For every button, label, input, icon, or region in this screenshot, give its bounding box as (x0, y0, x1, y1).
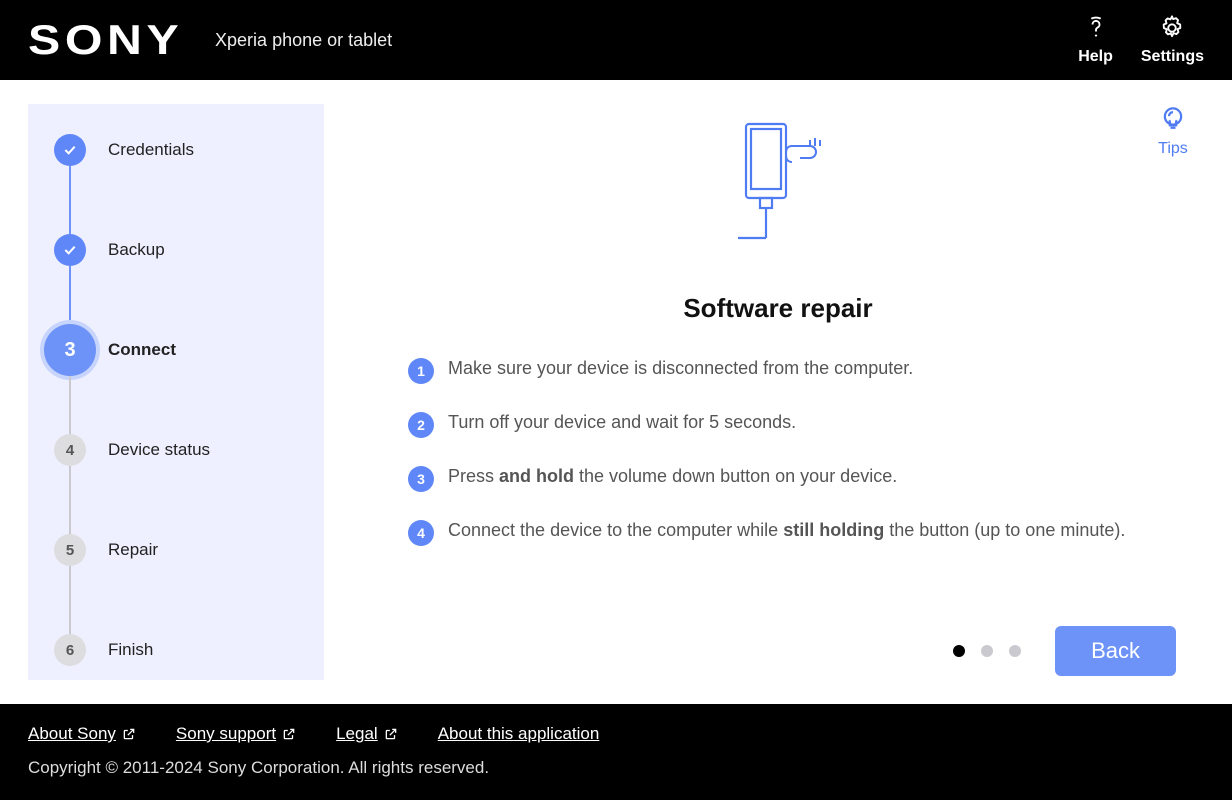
app-footer: About Sony Sony support Legal About this ap… (0, 704, 1232, 800)
step-label: Backup (108, 240, 165, 260)
progress-stepper: CredentialsBackup3Connect4Device status5… (28, 104, 324, 680)
page-dot[interactable] (1009, 645, 1021, 657)
header-subtitle: Xperia phone or tablet (215, 30, 392, 51)
instruction-text: Press and hold the volume down button on… (448, 466, 897, 487)
settings-label: Settings (1141, 48, 1204, 66)
footer-link-legal[interactable]: Legal (336, 724, 398, 744)
page-dot[interactable] (981, 645, 993, 657)
page-dots (953, 645, 1021, 657)
page-title: Software repair (683, 293, 872, 324)
footer-link-about-this-application[interactable]: About this application (438, 724, 600, 744)
instruction-number: 4 (408, 520, 434, 546)
external-link-icon (384, 727, 398, 741)
copyright-text: Copyright © 2011-2024 Sony Corporation. … (28, 758, 1204, 778)
step-finish: 6Finish (108, 640, 304, 660)
step-repair: 5Repair (108, 540, 304, 640)
footer-link-label: Sony support (176, 724, 276, 744)
instruction-item: 1 Make sure your device is disconnected f… (408, 358, 1148, 384)
step-number: 3 (44, 324, 96, 376)
footer-link-label: About this application (438, 724, 600, 744)
footer-link-about-sony[interactable]: About Sony (28, 724, 136, 744)
step-check-icon (54, 234, 86, 266)
step-backup: Backup (108, 240, 304, 340)
external-link-icon (122, 727, 136, 741)
page-dot[interactable] (953, 645, 965, 657)
main-panel: Tips Software repair 1 Make sure your dev… (324, 80, 1232, 704)
instruction-list: 1 Make sure your device is disconnected f… (408, 358, 1148, 574)
step-connect: 3Connect (108, 340, 304, 440)
step-device-status: 4Device status (108, 440, 304, 540)
instruction-item: 3 Press and hold the volume down button o… (408, 466, 1148, 492)
help-icon (1082, 14, 1110, 42)
instruction-number: 1 (408, 358, 434, 384)
gear-icon (1158, 14, 1186, 42)
instruction-number: 2 (408, 412, 434, 438)
step-number: 6 (54, 634, 86, 666)
instruction-text: Make sure your device is disconnected fr… (448, 358, 913, 379)
external-link-icon (282, 727, 296, 741)
app-header: SONY Xperia phone or tablet Help Setting… (0, 0, 1232, 80)
step-credentials: Credentials (108, 140, 304, 240)
step-label: Repair (108, 540, 158, 560)
help-label: Help (1078, 48, 1113, 66)
step-number: 5 (54, 534, 86, 566)
footer-link-label: About Sony (28, 724, 116, 744)
instruction-text: Turn off your device and wait for 5 seco… (448, 412, 796, 433)
footer-link-label: Legal (336, 724, 378, 744)
step-check-icon (54, 134, 86, 166)
help-button[interactable]: Help (1078, 14, 1113, 66)
instruction-item: 2 Turn off your device and wait for 5 sec… (408, 412, 1148, 438)
instruction-item: 4 Connect the device to the computer whil… (408, 520, 1148, 546)
tips-label: Tips (1158, 140, 1188, 158)
tips-button[interactable]: Tips (1158, 104, 1188, 158)
instruction-number: 3 (408, 466, 434, 492)
instruction-text: Connect the device to the computer while… (448, 520, 1125, 541)
device-connect-illustration (718, 118, 838, 263)
step-label: Connect (108, 340, 176, 360)
settings-button[interactable]: Settings (1141, 14, 1204, 66)
footer-link-sony-support[interactable]: Sony support (176, 724, 296, 744)
step-label: Credentials (108, 140, 194, 160)
back-button[interactable]: Back (1055, 626, 1176, 676)
step-label: Finish (108, 640, 153, 660)
sony-logo: SONY (28, 16, 183, 64)
lightbulb-icon (1158, 104, 1188, 134)
step-label: Device status (108, 440, 210, 460)
step-number: 4 (54, 434, 86, 466)
footer-links: About Sony Sony support Legal About this ap… (28, 724, 1204, 744)
